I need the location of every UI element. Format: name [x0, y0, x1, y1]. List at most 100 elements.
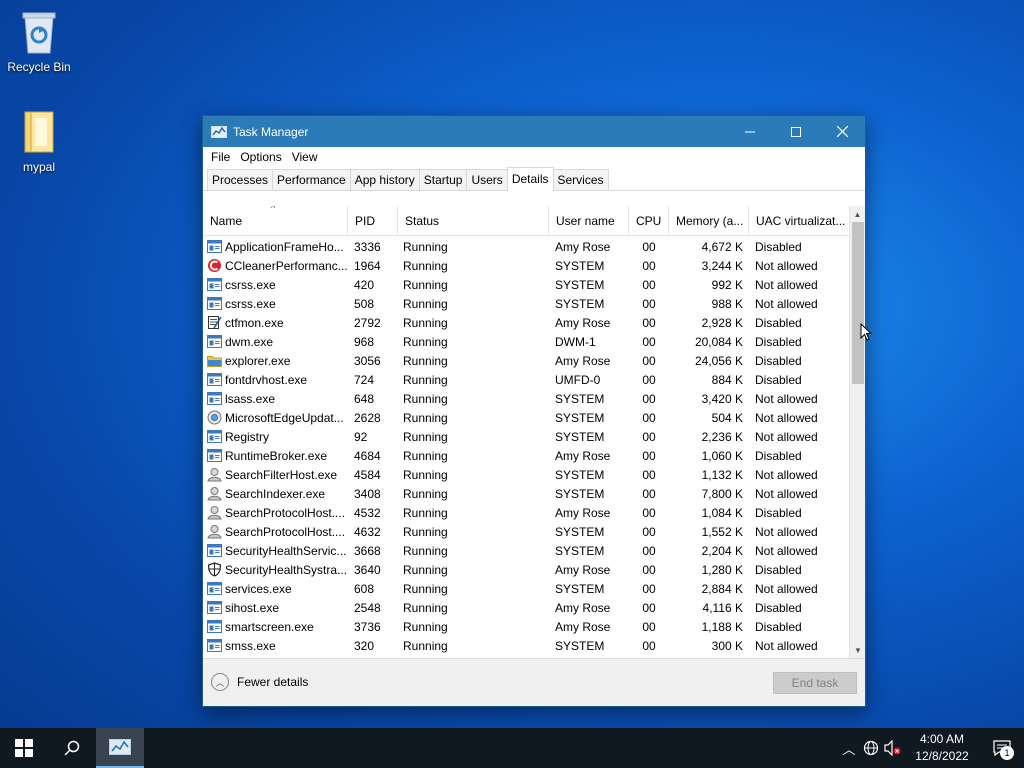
tab-app-history[interactable]: App history — [349, 169, 420, 190]
tab-performance[interactable]: Performance — [272, 169, 351, 190]
app-window-icon — [207, 619, 222, 634]
tab-services[interactable]: Services — [552, 169, 609, 190]
close-button[interactable] — [819, 116, 865, 147]
table-row[interactable]: SecurityHealthServic... 3668 Running SYSTEM… — [203, 541, 849, 560]
cell-pid: 3408 — [354, 486, 381, 501]
table-row[interactable]: Registry 92 Running SYSTEM 00 2,236 K Not allo… — [203, 427, 849, 446]
menu-file[interactable]: File — [207, 150, 234, 164]
column-header-user-name[interactable]: User name — [549, 206, 629, 236]
minimize-button[interactable] — [727, 116, 773, 147]
taskbar-task-manager[interactable] — [96, 728, 144, 768]
end-task-button[interactable]: End task — [773, 672, 857, 694]
cell-status: Running — [403, 505, 448, 520]
menu-view[interactable]: View — [288, 150, 322, 164]
cell-cpu: 00 — [642, 638, 656, 653]
cell-mem: 1,188 K — [701, 619, 743, 634]
cell-status: Running — [403, 391, 448, 406]
maximize-button[interactable] — [773, 116, 819, 147]
table-row[interactable]: ctfmon.exe 2792 Running Amy Rose 00 2,928 K Di… — [203, 313, 849, 332]
table-row[interactable]: MicrosoftEdgeUpdat... 2628 Running SYSTEM 00… — [203, 408, 849, 427]
process-name: SearchFilterHost.exe — [225, 467, 338, 482]
cell-name: smartscreen.exe — [203, 619, 348, 634]
show-hidden-icons-chevron-icon[interactable]: ︿ — [838, 728, 860, 768]
fewer-details-button[interactable]: ︿ Fewer details — [211, 673, 308, 691]
table-row[interactable]: SecurityHealthSystra... 3640 Running Amy Ro… — [203, 560, 849, 579]
cell-mem: 24,056 K — [694, 353, 743, 368]
cell-mem: 3,244 K — [701, 258, 743, 273]
tab-processes[interactable]: Processes — [207, 169, 274, 190]
network-icon[interactable] — [860, 728, 882, 768]
action-center-button[interactable]: 1 — [980, 728, 1024, 768]
scroll-down-arrow-icon[interactable]: ▼ — [850, 642, 865, 658]
column-header-memory[interactable]: Memory (a... — [669, 206, 749, 236]
cell-cpu: 00 — [642, 258, 656, 273]
table-row[interactable]: SearchFilterHost.exe 4584 Running SYSTEM 00 1… — [203, 465, 849, 484]
column-header-pid[interactable]: PID — [348, 206, 398, 236]
table-row[interactable]: CCleanerPerformanc... 1964 Running SYSTEM 00… — [203, 256, 849, 275]
cell-name: fontdrvhost.exe — [203, 372, 348, 387]
title-bar[interactable]: Task Manager — [203, 116, 865, 147]
cell-status: Running — [403, 429, 448, 444]
scroll-thumb[interactable] — [852, 222, 864, 384]
table-row[interactable]: explorer.exe 3056 Running Amy Rose 00 24,056 … — [203, 351, 849, 370]
cell-pid: 2628 — [354, 410, 381, 425]
table-row[interactable]: fontdrvhost.exe 724 Running UMFD-0 00 884 K Di… — [203, 370, 849, 389]
process-name: smss.exe — [225, 638, 276, 653]
cell-cpu: 00 — [642, 315, 656, 330]
table-row[interactable]: csrss.exe 420 Running SYSTEM 00 992 K Not allo… — [203, 275, 849, 294]
cell-name: RuntimeBroker.exe — [203, 448, 348, 463]
search-icon — [64, 740, 80, 756]
desktop-icon-mypal[interactable]: mypal — [1, 108, 77, 174]
table-row[interactable]: SearchIndexer.exe 3408 Running SYSTEM 00 7,80… — [203, 484, 849, 503]
cell-uac: Not allowed — [755, 296, 818, 311]
table-row[interactable]: sihost.exe 2548 Running Amy Rose 00 4,116 K Di… — [203, 598, 849, 617]
process-name: explorer.exe — [225, 353, 291, 368]
cell-status: Running — [403, 619, 448, 634]
cell-pid: 648 — [354, 391, 375, 406]
shield-icon — [207, 562, 222, 577]
table-row[interactable]: ApplicationFrameHo... 3336 Running Amy Rose… — [203, 237, 849, 256]
menu-options[interactable]: Options — [236, 150, 285, 164]
cell-pid: 968 — [354, 334, 375, 349]
vertical-scrollbar[interactable]: ▲ ▼ — [849, 206, 865, 658]
table-row[interactable]: lsass.exe 648 Running SYSTEM 00 3,420 K Not al… — [203, 389, 849, 408]
window-title: Task Manager — [233, 124, 309, 139]
table-row[interactable]: smartscreen.exe 3736 Running Amy Rose 00 1,18… — [203, 617, 849, 636]
cell-user: SYSTEM — [555, 486, 605, 501]
table-row[interactable]: RuntimeBroker.exe 4684 Running Amy Rose 00 1,… — [203, 446, 849, 465]
cell-mem: 2,204 K — [701, 543, 743, 558]
search-user-icon — [207, 505, 222, 520]
column-header-name[interactable]: Name — [203, 206, 348, 236]
chevron-up-icon: ︿ — [211, 673, 229, 691]
table-row[interactable]: services.exe 608 Running SYSTEM 00 2,884 K Not… — [203, 579, 849, 598]
cell-uac: Disabled — [755, 562, 802, 577]
cell-cpu: 00 — [642, 391, 656, 406]
search-user-icon — [207, 467, 222, 482]
table-row[interactable]: SearchProtocolHost.... 4632 Running SYSTEM 0… — [203, 522, 849, 541]
cell-pid: 4632 — [354, 524, 381, 539]
column-header-status[interactable]: Status — [398, 206, 549, 236]
table-row[interactable]: dwm.exe 968 Running DWM-1 00 20,084 K Disabled — [203, 332, 849, 351]
cell-status: Running — [403, 543, 448, 558]
desktop-icon-recycle-bin[interactable]: Recycle Bin — [1, 8, 77, 74]
cell-user: SYSTEM — [555, 581, 605, 596]
cell-status: Running — [403, 258, 448, 273]
column-header-uac[interactable]: UAC virtualizat... — [749, 206, 849, 236]
table-row[interactable]: smss.exe 320 Running SYSTEM 00 300 K Not allow… — [203, 636, 849, 655]
tab-startup[interactable]: Startup — [418, 169, 468, 190]
column-header-cpu[interactable]: CPU — [629, 206, 669, 236]
volume-muted-icon[interactable] — [882, 728, 904, 768]
scroll-up-arrow-icon[interactable]: ▲ — [850, 206, 865, 222]
table-row[interactable]: SearchProtocolHost.... 4532 Running Amy Ros… — [203, 503, 849, 522]
tab-users[interactable]: Users — [466, 169, 508, 190]
table-row[interactable]: csrss.exe 508 Running SYSTEM 00 988 K Not allo… — [203, 294, 849, 313]
fewer-details-label: Fewer details — [237, 675, 309, 689]
search-button[interactable] — [48, 728, 96, 768]
start-button[interactable] — [0, 728, 48, 768]
taskbar-clock[interactable]: 4:00 AM 12/8/2022 — [904, 731, 980, 765]
cell-status: Running — [403, 372, 448, 387]
process-name: SecurityHealthSystra... — [225, 562, 348, 577]
tab-details[interactable]: Details — [506, 167, 554, 191]
cell-pid: 320 — [354, 638, 375, 653]
app-window-icon — [207, 372, 222, 387]
